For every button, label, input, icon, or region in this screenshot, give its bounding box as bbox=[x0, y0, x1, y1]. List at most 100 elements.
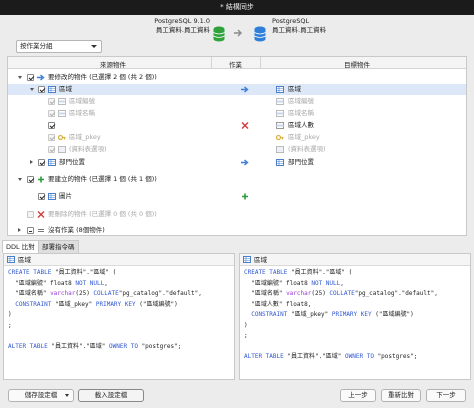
code-token: "員工資料"."區域" ( bbox=[54, 269, 117, 276]
object-tree[interactable]: 來源物件 作業 目標物件 要修改的物件 (已選擇 2 個 (共 2 個)) 區域… bbox=[7, 56, 467, 236]
equal-icon bbox=[38, 229, 44, 232]
table-checkbox[interactable] bbox=[38, 193, 45, 200]
table-icon bbox=[48, 193, 56, 200]
group-row-noop[interactable]: 沒有作業 (8個物件) bbox=[8, 225, 466, 235]
field-name-source: 區域編號 bbox=[69, 97, 95, 105]
group-label-noop: 沒有作業 (8個物件) bbox=[48, 226, 105, 234]
group-by-value: 按作業分組 bbox=[20, 42, 53, 50]
expand-toggle-icon[interactable] bbox=[18, 228, 21, 232]
tree-row-table-area[interactable]: 區域 區域 bbox=[8, 84, 466, 95]
table-name-target: 部門位置 bbox=[288, 158, 314, 166]
tree-row-field-delete[interactable]: 區域人數 bbox=[8, 120, 466, 131]
code-token: NOT NULL bbox=[75, 279, 105, 287]
group-row-create[interactable]: 要建立的物件 (已選擇 1 個 (共 1 個)) bbox=[8, 174, 466, 185]
table-checkbox[interactable] bbox=[38, 86, 45, 93]
save-profile-button[interactable]: 儲存設定檔 bbox=[8, 389, 74, 402]
group-row-modify[interactable]: 要修改的物件 (已選擇 2 個 (共 2 個)) bbox=[8, 72, 466, 83]
code-line: CONSTRAINT "區域_pkey" PRIMARY KEY ("區域編號"… bbox=[8, 300, 177, 310]
code-line: CONSTRAINT "區域_pkey" PRIMARY KEY ("區域編號"… bbox=[244, 310, 413, 320]
prev-button[interactable]: 上一步 bbox=[340, 389, 376, 402]
group-checkbox-delete[interactable] bbox=[27, 211, 34, 218]
field-checkbox[interactable] bbox=[48, 122, 55, 129]
field-checkbox[interactable] bbox=[48, 98, 55, 105]
arrow-right-icon bbox=[241, 159, 249, 166]
expand-toggle-icon[interactable] bbox=[18, 178, 22, 181]
tab-deploy-script[interactable]: 部署指令碼 bbox=[38, 240, 79, 253]
code-line: "區域編號" float8 NOT NULL, bbox=[8, 279, 108, 289]
code-token: "pg_catalog"."default", bbox=[118, 290, 202, 297]
code-token: "員工資料"."區域" ( bbox=[290, 269, 353, 276]
tree-row-field[interactable]: 區域編號 區域編號 bbox=[8, 96, 466, 107]
options-name-target: (資料表選項) bbox=[288, 145, 326, 153]
code-token: ALTER TABLE bbox=[244, 353, 288, 360]
tree-row-field[interactable]: 區域名稱 區域名稱 bbox=[8, 108, 466, 119]
field-name-target: 區域人數 bbox=[288, 121, 314, 129]
field-icon bbox=[276, 110, 284, 117]
code-token: CREATE TABLE bbox=[244, 269, 291, 276]
group-label-modify: 要修改的物件 (已選擇 2 個 (共 2 個)) bbox=[48, 73, 157, 81]
delete-x-icon bbox=[241, 122, 249, 129]
tree-row-table-dept[interactable]: 部門位置 部門位置 bbox=[8, 157, 466, 168]
chevron-down-icon bbox=[91, 45, 97, 48]
next-button[interactable]: 下一步 bbox=[426, 389, 466, 402]
table-icon bbox=[48, 86, 56, 93]
table-icon bbox=[48, 159, 56, 166]
tab-ddl-compare[interactable]: DDL 比對 bbox=[2, 240, 39, 253]
ddl-pane-header: 區域 bbox=[4, 254, 234, 266]
code-token: "區域人數" float8, bbox=[244, 300, 312, 308]
tree-row-table-options[interactable]: (資料表選項) (資料表選項) bbox=[8, 144, 466, 155]
options-icon bbox=[276, 146, 284, 153]
options-name-source: (資料表選項) bbox=[69, 145, 107, 153]
plus-icon bbox=[242, 193, 248, 200]
code-token: (25) bbox=[311, 290, 330, 297]
code-token: varchar bbox=[286, 290, 312, 297]
expand-toggle-icon[interactable] bbox=[30, 160, 33, 164]
code-token: (25) bbox=[75, 290, 94, 297]
code-token: PRIMARY KEY bbox=[331, 311, 372, 318]
code-line: ; bbox=[244, 331, 248, 341]
code-token: "postgres"; bbox=[141, 342, 182, 350]
code-token: , bbox=[104, 279, 108, 287]
code-line: CREATE TABLE "員工資料"."區域" ( bbox=[244, 268, 352, 278]
expand-toggle-icon[interactable] bbox=[30, 88, 34, 91]
footer-bar: 儲存設定檔 載入設定檔 上一步 重新比對 下一步 bbox=[0, 386, 474, 408]
options-checkbox[interactable] bbox=[48, 146, 55, 153]
code-token: CONSTRAINT bbox=[244, 311, 291, 318]
code-token: "區域編號" float8 bbox=[8, 279, 76, 287]
code-token: ; bbox=[8, 321, 12, 329]
table-name-source: 區域 bbox=[59, 85, 72, 93]
group-checkbox-noop[interactable] bbox=[27, 227, 34, 234]
field-checkbox[interactable] bbox=[48, 110, 55, 117]
code-line: CREATE TABLE "員工資料"."區域" ( bbox=[8, 268, 116, 278]
recompare-button[interactable]: 重新比對 bbox=[381, 389, 421, 402]
code-line: "區域名稱" varchar(25) COLLATE"pg_catalog"."… bbox=[244, 289, 438, 299]
tree-row-key[interactable]: 區域_pkey 區域_pkey bbox=[8, 132, 466, 143]
group-checkbox-create[interactable] bbox=[27, 176, 34, 183]
code-token: "區域_pkey" bbox=[290, 311, 332, 318]
arrow-right-icon bbox=[234, 29, 242, 37]
database-green-icon bbox=[213, 26, 225, 42]
code-token: OWNER TO bbox=[345, 353, 378, 360]
group-checkbox-modify[interactable] bbox=[27, 74, 34, 81]
group-row-delete[interactable]: 要刪除的物件 (已選擇 0 個 (共 0 個)) bbox=[8, 209, 466, 220]
ddl-pane-target[interactable]: 區域 CREATE TABLE "員工資料"."區域" ( "區域編號" flo… bbox=[239, 253, 471, 380]
ddl-pane-title: 區域 bbox=[254, 256, 267, 264]
tree-row-table-image[interactable]: 圖片 bbox=[8, 191, 466, 202]
load-profile-button[interactable]: 載入設定檔 bbox=[78, 389, 144, 402]
table-name-target: 區域 bbox=[288, 85, 301, 93]
code-token: CREATE TABLE bbox=[8, 269, 55, 276]
code-token: , bbox=[340, 279, 344, 287]
code-line: "區域編號" float8 NOT NULL, bbox=[244, 279, 344, 289]
expand-toggle-icon[interactable] bbox=[18, 76, 22, 79]
chevron-down-icon bbox=[65, 394, 69, 397]
table-checkbox[interactable] bbox=[38, 159, 45, 166]
ddl-pane-title: 區域 bbox=[18, 256, 31, 264]
code-line: ; bbox=[8, 321, 12, 331]
code-token: "區域名稱" bbox=[244, 290, 287, 297]
key-checkbox[interactable] bbox=[48, 134, 55, 141]
group-by-select[interactable]: 按作業分組 bbox=[16, 40, 102, 53]
column-target: 目標物件 bbox=[344, 61, 370, 69]
ddl-pane-source[interactable]: 區域 CREATE TABLE "員工資料"."區域" ( "區域編號" flo… bbox=[3, 253, 235, 380]
column-action: 作業 bbox=[229, 61, 242, 69]
code-token: "postgres"; bbox=[377, 353, 418, 360]
